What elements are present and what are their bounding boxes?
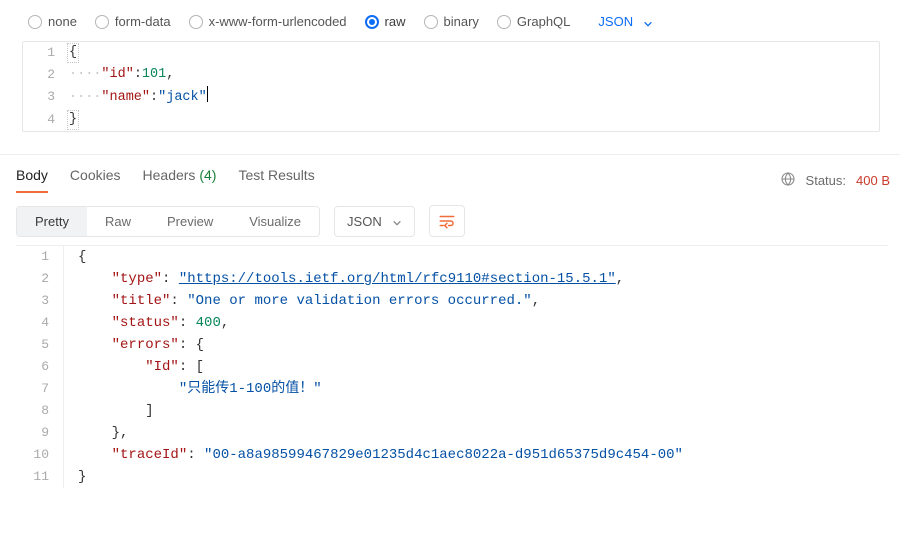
radio-icon bbox=[189, 15, 203, 29]
code-line: 1{ bbox=[23, 42, 879, 64]
response-format-label: JSON bbox=[347, 214, 382, 229]
line-number: 11 bbox=[16, 466, 64, 488]
response-format-dropdown[interactable]: JSON bbox=[334, 206, 415, 237]
wrap-lines-button[interactable] bbox=[429, 205, 465, 237]
code-content[interactable]: }, bbox=[64, 422, 888, 444]
line-number: 4 bbox=[16, 312, 64, 334]
tab-body[interactable]: Body bbox=[16, 167, 48, 193]
radio-label: none bbox=[48, 14, 77, 29]
line-number: 4 bbox=[23, 109, 69, 131]
radio-label: form-data bbox=[115, 14, 171, 29]
chevron-down-icon bbox=[643, 17, 653, 27]
code-content[interactable]: "title": "One or more validation errors … bbox=[64, 290, 888, 312]
code-content[interactable]: "type": "https://tools.ietf.org/html/rfc… bbox=[64, 268, 888, 290]
view-mode-group: Pretty Raw Preview Visualize bbox=[16, 206, 320, 237]
code-line: 3 "title": "One or more validation error… bbox=[16, 290, 888, 312]
code-line: 2 "type": "https://tools.ietf.org/html/r… bbox=[16, 268, 888, 290]
code-content[interactable]: "traceId": "00-a8a98599467829e01235d4c1a… bbox=[64, 444, 888, 466]
view-visualize-button[interactable]: Visualize bbox=[231, 207, 319, 236]
radio-icon bbox=[28, 15, 42, 29]
radio-label: GraphQL bbox=[517, 14, 570, 29]
body-type-x-www-form-urlencoded[interactable]: x-www-form-urlencoded bbox=[189, 14, 347, 29]
body-type-form-data[interactable]: form-data bbox=[95, 14, 171, 29]
code-content[interactable]: { bbox=[64, 246, 888, 268]
radio-icon bbox=[424, 15, 438, 29]
line-number: 9 bbox=[16, 422, 64, 444]
body-format-dropdown[interactable]: JSON bbox=[598, 14, 653, 29]
body-type-binary[interactable]: binary bbox=[424, 14, 479, 29]
line-number: 8 bbox=[16, 400, 64, 422]
tab-cookies[interactable]: Cookies bbox=[70, 167, 121, 193]
code-content[interactable]: "只能传1-100的值！" bbox=[64, 378, 888, 400]
code-line: 9 }, bbox=[16, 422, 888, 444]
code-content[interactable]: ] bbox=[64, 400, 888, 422]
radio-label: x-www-form-urlencoded bbox=[209, 14, 347, 29]
line-number: 2 bbox=[23, 64, 69, 86]
line-number: 6 bbox=[16, 356, 64, 378]
view-pretty-button[interactable]: Pretty bbox=[17, 207, 87, 236]
radio-icon bbox=[497, 15, 511, 29]
code-content[interactable]: { bbox=[69, 42, 879, 64]
tab-test-results[interactable]: Test Results bbox=[238, 167, 314, 193]
code-line: 6 "Id": [ bbox=[16, 356, 888, 378]
code-line: 8 ] bbox=[16, 400, 888, 422]
code-line: 10 "traceId": "00-a8a98599467829e01235d4… bbox=[16, 444, 888, 466]
status-value: 400 B bbox=[856, 173, 890, 188]
line-number: 1 bbox=[23, 42, 69, 64]
tab-headers[interactable]: Headers (4) bbox=[143, 167, 217, 193]
line-number: 1 bbox=[16, 246, 64, 268]
code-content[interactable]: "status": 400, bbox=[64, 312, 888, 334]
radio-label: binary bbox=[444, 14, 479, 29]
response-header-row: Body Cookies Headers (4) Test Results St… bbox=[0, 155, 900, 193]
code-line: 4 "status": 400, bbox=[16, 312, 888, 334]
code-line: 11} bbox=[16, 466, 888, 488]
code-content[interactable]: ····"name":"jack" bbox=[69, 86, 879, 109]
body-type-GraphQL[interactable]: GraphQL bbox=[497, 14, 570, 29]
status-label: Status: bbox=[806, 173, 846, 188]
body-format-label: JSON bbox=[598, 14, 633, 29]
code-line: 2····"id":101, bbox=[23, 64, 879, 86]
radio-icon bbox=[365, 15, 379, 29]
response-toolbar: Pretty Raw Preview Visualize JSON bbox=[0, 193, 900, 245]
code-line: 7 "只能传1-100的值！" bbox=[16, 378, 888, 400]
tab-headers-count: (4) bbox=[199, 167, 216, 183]
text-cursor bbox=[207, 86, 208, 102]
line-number: 7 bbox=[16, 378, 64, 400]
response-meta: Status: 400 B bbox=[780, 171, 890, 190]
line-number: 5 bbox=[16, 334, 64, 356]
view-preview-button[interactable]: Preview bbox=[149, 207, 231, 236]
code-content[interactable]: } bbox=[69, 109, 879, 131]
line-number: 10 bbox=[16, 444, 64, 466]
body-type-raw[interactable]: raw bbox=[365, 14, 406, 29]
chevron-down-icon bbox=[392, 216, 402, 226]
radio-label: raw bbox=[385, 14, 406, 29]
code-content[interactable]: "Id": [ bbox=[64, 356, 888, 378]
code-content[interactable]: "errors": { bbox=[64, 334, 888, 356]
code-line: 4} bbox=[23, 109, 879, 131]
code-content[interactable]: } bbox=[64, 466, 888, 488]
body-type-none[interactable]: none bbox=[28, 14, 77, 29]
view-raw-button[interactable]: Raw bbox=[87, 207, 149, 236]
body-type-row: none form-data x-www-form-urlencoded raw bin… bbox=[0, 0, 900, 41]
tab-headers-label: Headers bbox=[143, 167, 196, 183]
line-number: 2 bbox=[16, 268, 64, 290]
globe-icon[interactable] bbox=[780, 171, 796, 190]
code-line: 1{ bbox=[16, 246, 888, 268]
line-number: 3 bbox=[23, 86, 69, 109]
code-line: 3····"name":"jack" bbox=[23, 86, 879, 109]
response-body-viewer[interactable]: 1{2 "type": "https://tools.ietf.org/html… bbox=[16, 245, 888, 488]
response-tabs: Body Cookies Headers (4) Test Results bbox=[16, 167, 315, 193]
radio-icon bbox=[95, 15, 109, 29]
request-body-editor[interactable]: 1{2····"id":101,3····"name":"jack"4} bbox=[22, 41, 880, 132]
code-line: 5 "errors": { bbox=[16, 334, 888, 356]
code-content[interactable]: ····"id":101, bbox=[69, 64, 879, 86]
line-number: 3 bbox=[16, 290, 64, 312]
